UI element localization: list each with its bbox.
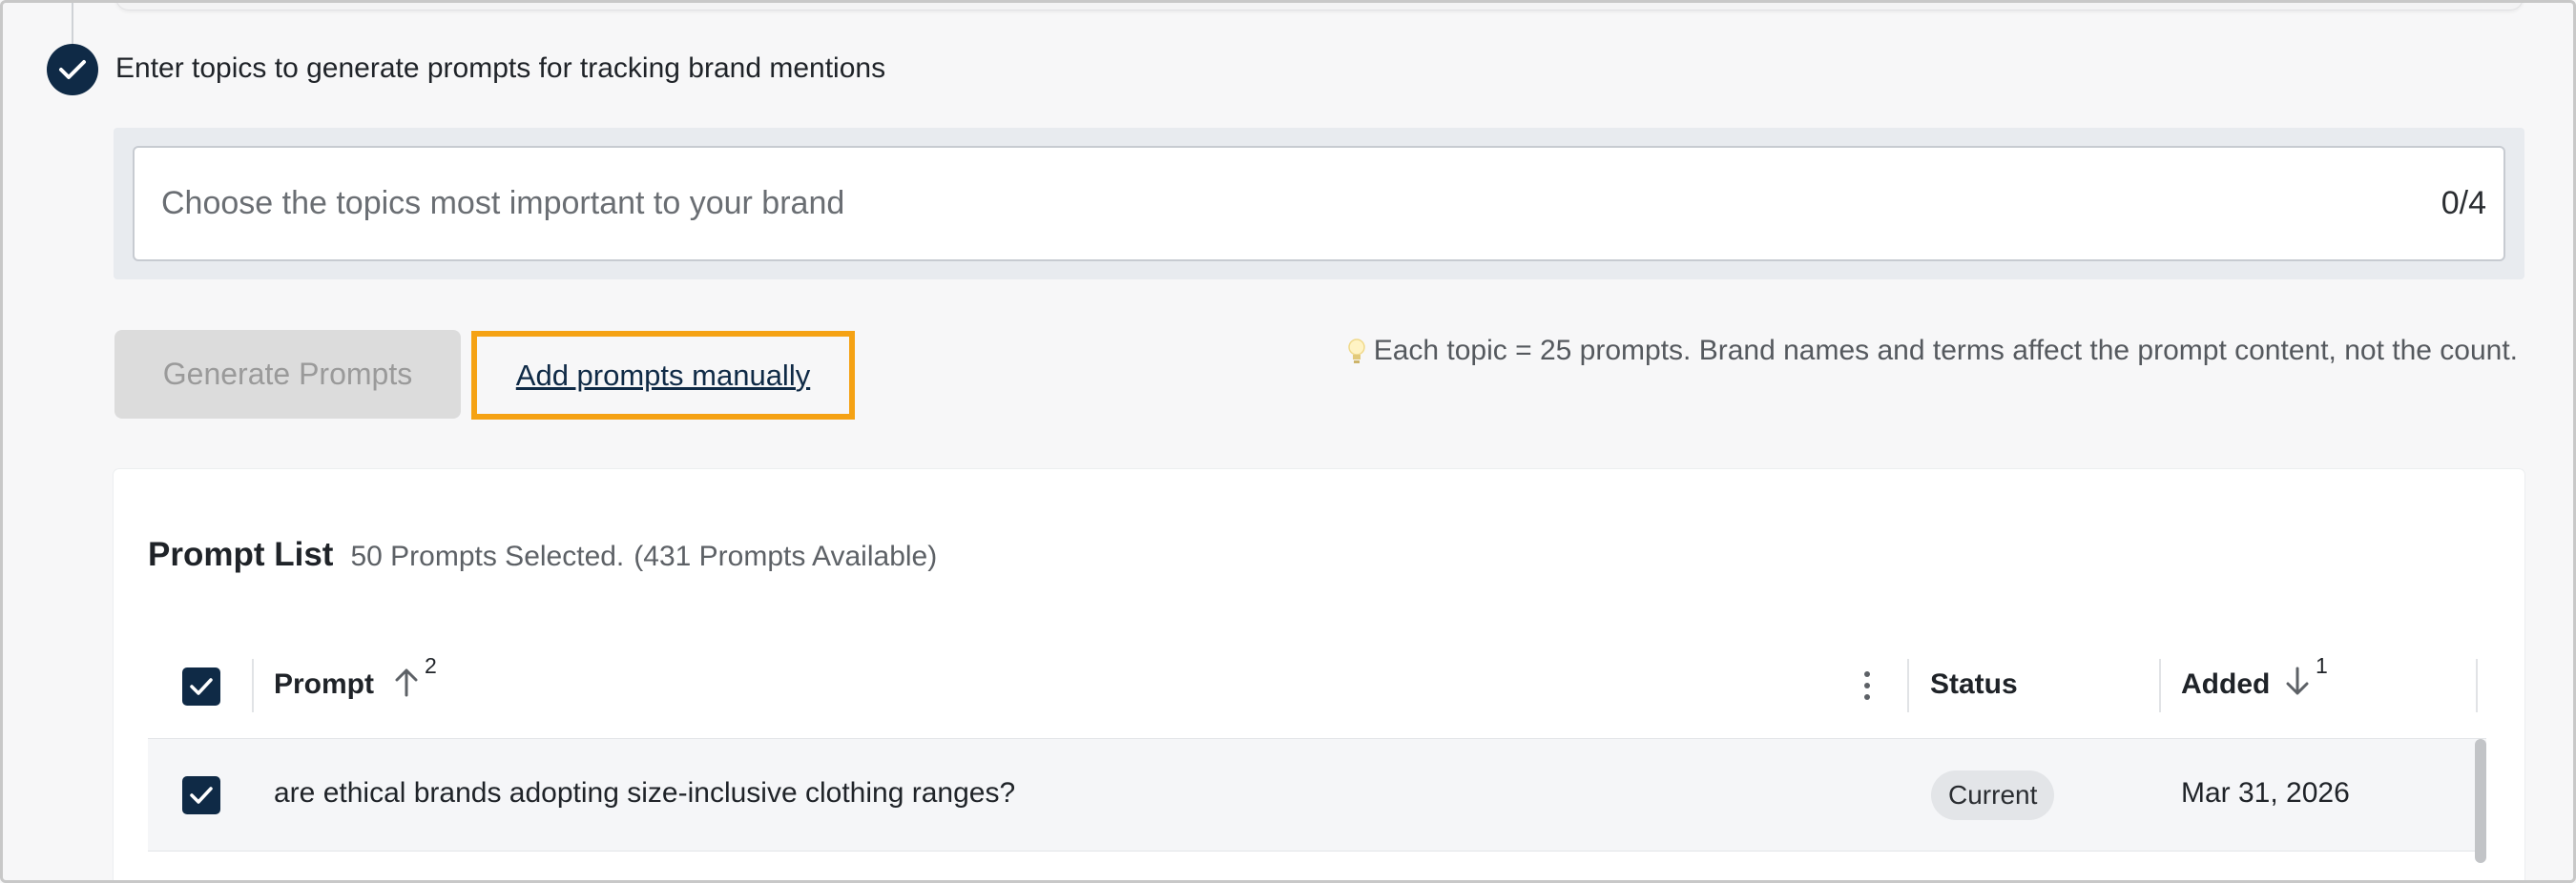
topic-input[interactable]: [161, 185, 2260, 222]
row-prompt-text: are ethical brands adopting size-inclusi…: [274, 777, 1016, 809]
row-checkbox[interactable]: [182, 776, 220, 814]
topic-hint: Each topic = 25 prompts. Brand names and…: [1347, 335, 2518, 367]
table-scrollbar[interactable]: [2475, 739, 2486, 863]
topic-input-box[interactable]: 0/4: [133, 146, 2505, 261]
lightbulb-icon: [1347, 339, 1365, 363]
step-complete-check-icon: [47, 44, 98, 95]
column-menu-kebab-icon[interactable]: [1861, 668, 1873, 703]
prompts-available-count: (431 Prompts Available): [634, 541, 938, 572]
prompt-table: Prompt 2 Status Added 1 are ethical bran…: [148, 634, 2486, 863]
column-header-prompt[interactable]: Prompt: [274, 668, 374, 701]
prompt-list-title: Prompt List: [148, 536, 334, 573]
topic-input-container: 0/4: [114, 128, 2524, 279]
step-connector-line: [72, 3, 73, 45]
sort-ascending-icon[interactable]: [392, 665, 421, 699]
prompt-list-card: Prompt List 50 Prompts Selected. (431 Pr…: [114, 469, 2524, 880]
generate-prompts-button[interactable]: Generate Prompts: [114, 330, 461, 419]
prompt-list-header: Prompt List 50 Prompts Selected. (431 Pr…: [148, 536, 937, 574]
column-divider: [2159, 659, 2161, 712]
add-prompts-manually-link[interactable]: Add prompts manually: [516, 359, 810, 393]
add-prompts-manually-highlight: Add prompts manually: [471, 331, 855, 420]
sort-descending-icon[interactable]: [2283, 665, 2312, 699]
topic-counter: 0/4: [2441, 185, 2486, 221]
column-divider: [1907, 659, 1909, 712]
hint-text: Each topic = 25 prompts. Brand names and…: [1373, 335, 2518, 366]
column-divider: [252, 659, 254, 712]
prompt-sort-rank: 2: [425, 653, 437, 678]
prompts-selected-count: 50 Prompts Selected.: [350, 541, 625, 572]
app-frame: Enter topics to generate prompts for tra…: [0, 0, 2576, 883]
status-badge: Current: [1931, 770, 2055, 820]
row-added-date: Mar 31, 2026: [2181, 777, 2350, 809]
step-title: Enter topics to generate prompts for tra…: [115, 52, 886, 84]
select-all-checkbox[interactable]: [182, 667, 220, 706]
previous-step-card: [115, 3, 2524, 10]
added-sort-rank: 1: [2316, 653, 2328, 678]
table-header: Prompt 2 Status Added 1: [148, 634, 2486, 739]
column-divider: [2476, 659, 2478, 712]
column-header-status[interactable]: Status: [1930, 668, 2018, 701]
column-header-added[interactable]: Added: [2181, 668, 2270, 701]
table-row[interactable]: are ethical brands adopting size-inclusi…: [148, 739, 2486, 863]
